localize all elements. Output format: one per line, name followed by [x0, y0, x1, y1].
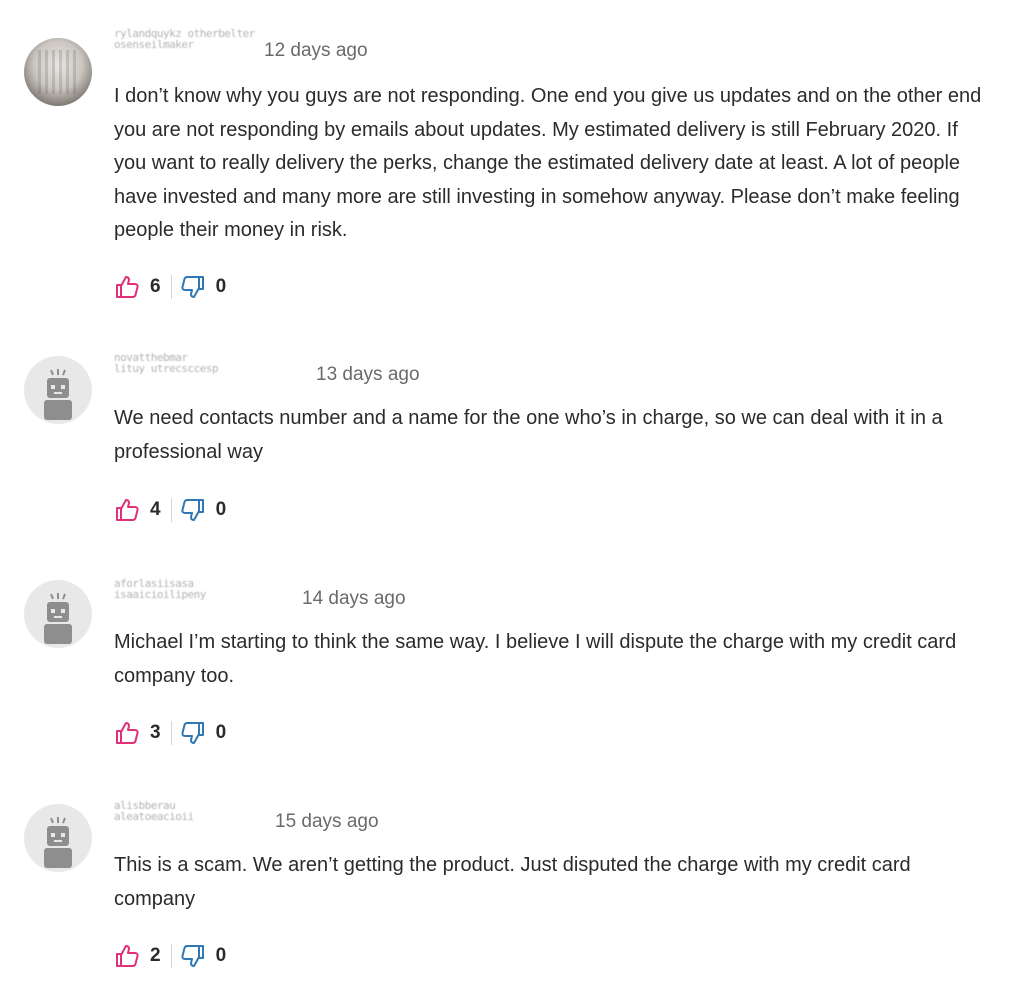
user-avatar[interactable] — [24, 356, 92, 424]
like-button[interactable]: 6 — [114, 274, 161, 300]
timestamp: 14 days ago — [302, 588, 406, 609]
vote-divider — [170, 275, 172, 299]
like-button[interactable]: 4 — [114, 497, 161, 523]
dislike-count: 0 — [215, 945, 227, 966]
user-avatar[interactable] — [24, 804, 92, 872]
thumbs-up-icon — [116, 722, 139, 744]
thumbs-down-icon — [180, 722, 204, 744]
vote-divider — [170, 498, 172, 522]
robot-avatar-icon — [44, 593, 72, 644]
like-count: 6 — [150, 276, 161, 297]
username[interactable]: aforlasiisasa isaaicioilipeny — [114, 578, 289, 608]
dislike-button[interactable]: 0 — [180, 720, 227, 746]
dislike-button[interactable]: 0 — [180, 497, 227, 523]
vote-bar: 2 0 — [114, 941, 226, 971]
dislike-button[interactable]: 0 — [180, 943, 227, 969]
thumbs-up-icon — [116, 499, 139, 521]
thumbs-up-icon — [116, 276, 139, 298]
timestamp: 13 days ago — [316, 364, 420, 385]
user-avatar[interactable] — [24, 580, 92, 648]
dislike-count: 0 — [215, 499, 227, 520]
dislike-count: 0 — [215, 722, 227, 743]
robot-avatar-icon — [44, 369, 72, 420]
like-count: 4 — [150, 499, 161, 520]
vote-bar: 4 0 — [114, 495, 226, 525]
vote-bar: 6 0 — [114, 272, 226, 302]
like-count: 3 — [150, 722, 161, 743]
user-avatar[interactable] — [24, 38, 92, 106]
comment-text: This is a scam. We aren’t getting the pr… — [114, 854, 911, 910]
vote-divider — [170, 721, 172, 745]
timestamp: 12 days ago — [264, 40, 368, 61]
robot-avatar-icon — [44, 817, 72, 868]
dislike-count: 0 — [215, 276, 227, 297]
dislike-button[interactable]: 0 — [180, 274, 227, 300]
comment-text: We need contacts number and a name for t… — [114, 407, 943, 463]
comment-text: I don’t know why you guys are not respon… — [114, 85, 982, 241]
thumbs-down-icon — [180, 499, 204, 521]
like-button[interactable]: 3 — [114, 720, 161, 746]
username[interactable]: rylandquykz otherbelter osenseilmaker — [114, 28, 264, 58]
timestamp: 15 days ago — [275, 811, 379, 832]
comment-text: Michael I’m starting to think the same w… — [114, 631, 957, 687]
thumbs-up-icon — [116, 945, 139, 967]
thumbs-down-icon — [180, 276, 204, 298]
username[interactable]: alisbberau aleatoeacioii — [114, 800, 259, 830]
like-button[interactable]: 2 — [114, 943, 161, 969]
thumbs-down-icon — [180, 945, 204, 967]
vote-bar: 3 0 — [114, 718, 226, 748]
like-count: 2 — [150, 945, 161, 966]
vote-divider — [170, 944, 172, 968]
username[interactable]: novatthebmar lituy utrecsccesp — [114, 352, 304, 382]
